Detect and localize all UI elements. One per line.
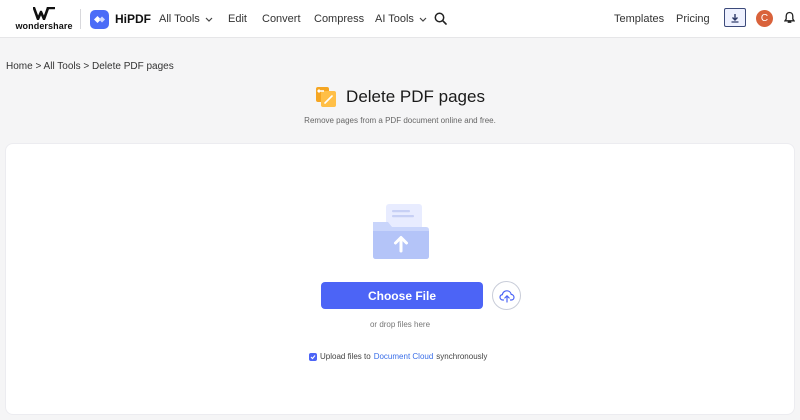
chevron-down-icon (205, 17, 213, 22)
nav-convert[interactable]: Convert (262, 0, 301, 38)
nav-all-tools-label: All Tools (159, 13, 200, 25)
folder-upload-icon (373, 204, 429, 259)
nav-ai-tools-label: AI Tools (375, 13, 414, 25)
nav-convert-label: Convert (262, 13, 301, 25)
breadcrumb-separator: > (32, 61, 44, 72)
header-divider (80, 9, 81, 29)
wondershare-wordmark: wondershare (15, 21, 73, 31)
download-app-button[interactable] (724, 8, 746, 27)
nav-edit[interactable]: Edit (228, 0, 247, 38)
nav-ai-tools[interactable]: AI Tools (375, 0, 427, 38)
nav-templates-label: Templates (614, 13, 665, 25)
checkmark-icon (310, 354, 316, 359)
sync-option: Upload files to Document Cloud synchrono… (309, 351, 487, 362)
nav-compress-label: Compress (314, 13, 365, 25)
delete-pages-tool-icon (316, 87, 337, 107)
wondershare-logo-icon (33, 7, 55, 20)
cloud-upload-button[interactable] (492, 281, 521, 310)
nav-pricing-label: Pricing (676, 13, 710, 25)
bell-icon[interactable] (784, 11, 795, 24)
nav-all-tools[interactable]: All Tools (159, 0, 213, 38)
document-cloud-link[interactable]: Document Cloud (374, 352, 434, 361)
top-navigation-bar: wondershare HiPDF All Tools Edit Convert… (0, 0, 800, 38)
nav-edit-label: Edit (228, 13, 247, 25)
sync-label-prefix: Upload files to (320, 352, 371, 361)
breadcrumb-separator: > (80, 61, 93, 72)
product-name: HiPDF (115, 12, 151, 26)
page-title-row: Delete PDF pages (0, 84, 800, 110)
nav-compress[interactable]: Compress (314, 0, 364, 38)
nav-pricing[interactable]: Pricing (676, 0, 710, 38)
wondershare-logo[interactable]: wondershare (14, 7, 74, 33)
hipdf-logo-icon (90, 9, 109, 29)
upload-area[interactable] (5, 143, 795, 415)
user-avatar[interactable]: C (756, 10, 773, 27)
search-icon[interactable] (434, 12, 447, 25)
breadcrumb-current: Delete PDF pages (92, 61, 174, 72)
chevron-down-icon (419, 17, 427, 22)
page-subtitle: Remove pages from a PDF document online … (304, 116, 496, 125)
breadcrumb-all-tools[interactable]: All Tools (44, 61, 81, 72)
sync-checkbox[interactable] (309, 352, 317, 361)
breadcrumb: Home > All Tools > Delete PDF pages (6, 61, 174, 72)
nav-templates[interactable]: Templates (614, 0, 664, 38)
cloud-upload-icon (498, 289, 515, 303)
choose-file-button[interactable]: Choose File (321, 282, 483, 309)
hipdf-logo[interactable]: HiPDF (90, 9, 151, 29)
download-app-icon (731, 13, 739, 23)
page-title: Delete PDF pages (346, 87, 485, 106)
drop-files-hint: or drop files here (369, 320, 431, 329)
sync-label-suffix: synchronously (436, 352, 488, 361)
breadcrumb-home[interactable]: Home (6, 61, 33, 72)
